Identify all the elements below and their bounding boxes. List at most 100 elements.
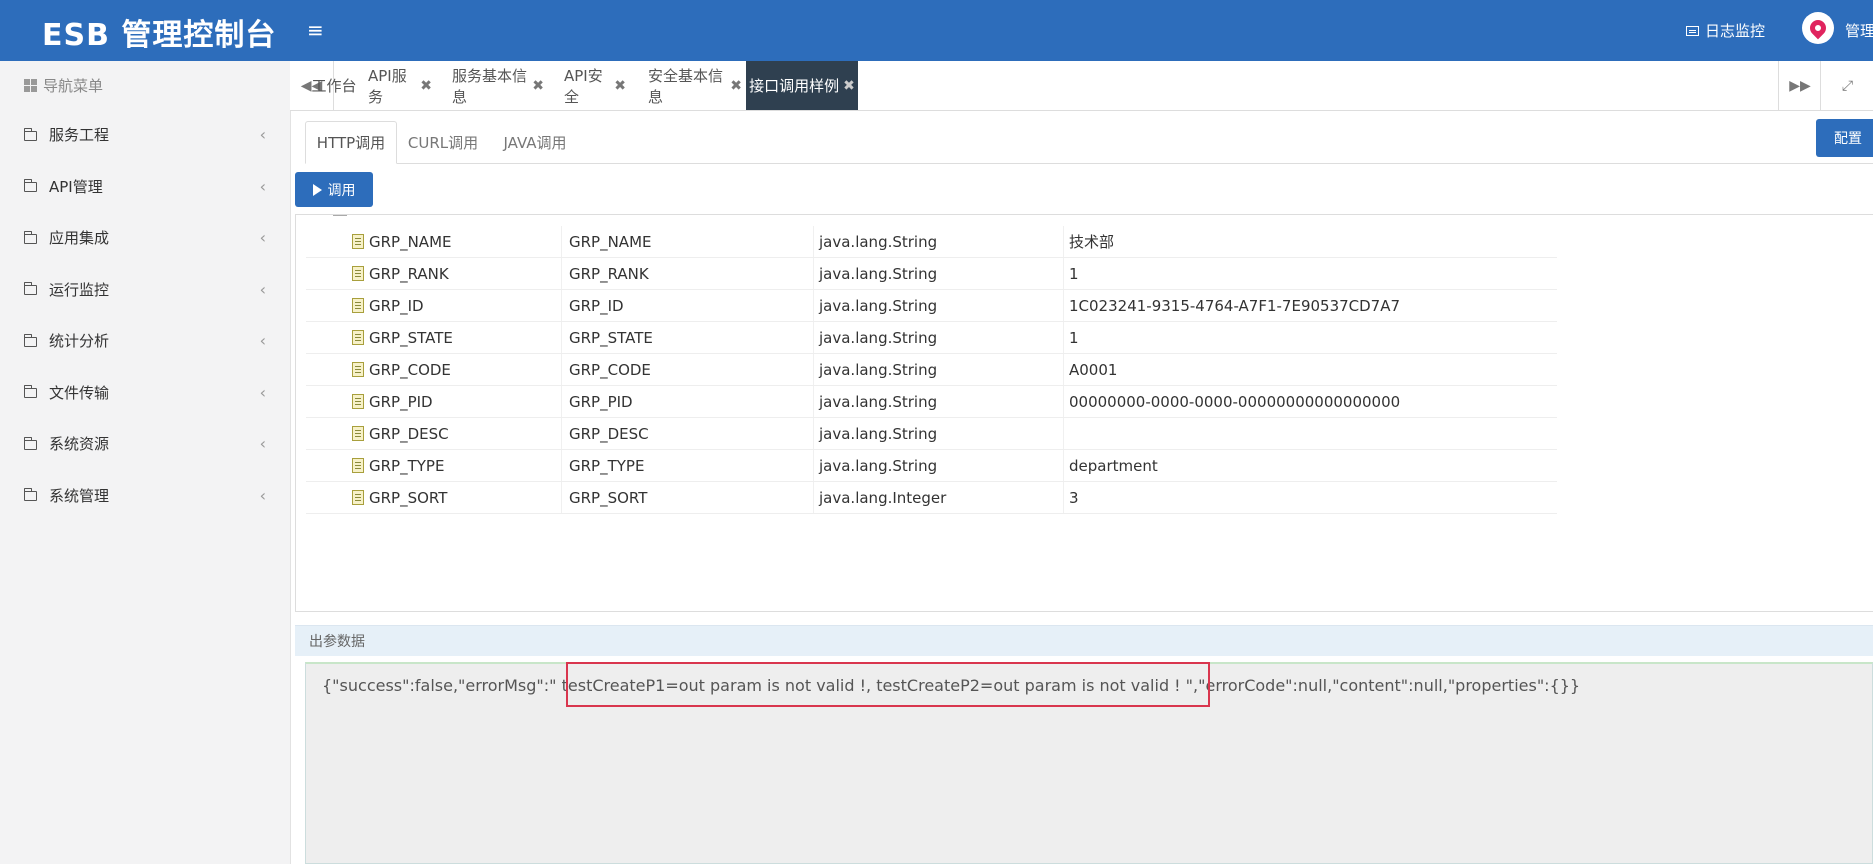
sidebar-item-label: API管理	[49, 177, 103, 196]
chevron-left-icon: ‹	[259, 176, 266, 196]
menu-toggle-icon[interactable]: ≡	[307, 18, 324, 42]
tab-label: 接口调用样例	[749, 77, 840, 95]
tab-0[interactable]: 工作台	[298, 61, 370, 110]
sidebar-item-label: 系统管理	[49, 486, 110, 505]
tab-1[interactable]: API服务 ✖	[368, 61, 432, 110]
sidebar-item[interactable]: API管理 ‹	[0, 161, 290, 213]
sidebar-item[interactable]: 系统管理 ‹	[0, 470, 290, 522]
call-button[interactable]: 调用	[295, 172, 373, 207]
folder-icon	[23, 488, 37, 502]
table-row[interactable]: GRP_TYPE GRP_TYPE java.lang.String departme…	[306, 450, 1557, 482]
close-icon[interactable]: ✖	[532, 78, 544, 94]
param-value: 1C023241-9315-4764-A7F1-7E90537CD7A7	[1063, 290, 1557, 321]
folder-icon	[23, 127, 37, 141]
param-field: GRP_SORT	[561, 482, 813, 513]
user-name[interactable]: 管理	[1845, 20, 1873, 41]
table-row[interactable]: GRP_DESC GRP_DESC java.lang.String	[306, 418, 1557, 450]
param-table-panel: GRP_NAME GRP_NAME java.lang.String 技术部 GRP_R…	[295, 214, 1873, 612]
tab-3[interactable]: API安全 ✖	[564, 61, 626, 110]
chevron-left-icon: ‹	[259, 434, 266, 454]
table-row[interactable]: GRP_PID GRP_PID java.lang.String 00000000-0…	[306, 386, 1557, 418]
sidebar-item[interactable]: 统计分析 ‹	[0, 315, 290, 367]
tab-5[interactable]: 接口调用样例 ✖	[746, 61, 858, 110]
sidebar-item[interactable]: 文件传输 ‹	[0, 367, 290, 419]
param-type: java.lang.String	[813, 226, 1063, 257]
param-name: GRP_PID	[369, 392, 433, 411]
table-row[interactable]: GRP_STATE GRP_STATE java.lang.String 1	[306, 322, 1557, 354]
close-icon[interactable]: ✖	[843, 78, 855, 94]
table-row[interactable]: GRP_SORT GRP_SORT java.lang.Integer 3	[306, 482, 1557, 514]
fullscreen-icon[interactable]: ⤢	[1820, 61, 1873, 110]
table-row[interactable]: GRP_RANK GRP_RANK java.lang.String 1	[306, 258, 1557, 290]
param-name: GRP_TYPE	[369, 456, 445, 475]
param-value: 技术部	[1063, 226, 1557, 257]
subtab-1[interactable]: CURL调用	[397, 121, 489, 164]
param-type: java.lang.String	[813, 450, 1063, 481]
location-pin-icon	[1806, 16, 1830, 40]
param-field: GRP_RANK	[561, 258, 813, 289]
param-field: GRP_TYPE	[561, 450, 813, 481]
log-monitor-link[interactable]: 日志监控	[1686, 20, 1765, 41]
param-field: GRP_ID	[561, 290, 813, 321]
sidebar-item-label: 服务工程	[49, 126, 110, 145]
tab-scroll-right-button[interactable]: ▶▶	[1778, 61, 1821, 110]
tab-label: API安全	[564, 66, 603, 106]
tab-4[interactable]: 安全基本信息 ✖	[648, 61, 742, 110]
tab-bar: ◀◀ 工作台 API服务 ✖ 服务基本信息 ✖ API安全 ✖ 安全基本信息 ✖ 接口调用样例 ✖ …	[290, 61, 1873, 111]
param-value: 1	[1063, 258, 1557, 289]
param-field: GRP_STATE	[561, 322, 813, 353]
sidebar-item-label: 应用集成	[49, 229, 110, 248]
call-type-tabs: HTTP调用 CURL调用 JAVA调用	[305, 118, 1873, 164]
tab-label: 安全基本信息	[648, 66, 724, 106]
subtab-0[interactable]: HTTP调用	[305, 121, 397, 164]
param-field: GRP_DESC	[561, 418, 813, 449]
sidebar-item-label: 统计分析	[49, 332, 110, 351]
chevron-left-icon: ‹	[259, 485, 266, 505]
subtab-2[interactable]: JAVA调用	[489, 121, 581, 164]
param-type: java.lang.String	[813, 386, 1063, 417]
close-icon[interactable]: ✖	[730, 78, 742, 94]
user-avatar[interactable]	[1802, 12, 1834, 44]
param-value	[1063, 418, 1557, 449]
param-table: GRP_NAME GRP_NAME java.lang.String 技术部 GRP_R…	[306, 226, 1557, 514]
sidebar-item[interactable]: 应用集成 ‹	[0, 212, 290, 264]
param-field: GRP_PID	[561, 386, 813, 417]
table-row[interactable]: GRP_ID GRP_ID java.lang.String 1C023241-931…	[306, 290, 1557, 322]
table-row[interactable]: GRP_NAME GRP_NAME java.lang.String 技术部	[306, 226, 1557, 258]
folder-icon	[23, 385, 37, 399]
grid-icon	[24, 78, 37, 92]
chevron-left-icon: ‹	[259, 331, 266, 351]
param-value: department	[1063, 450, 1557, 481]
param-field: GRP_NAME	[561, 226, 813, 257]
param-name: GRP_RANK	[369, 264, 449, 283]
chevron-left-icon: ‹	[259, 279, 266, 299]
subtab-label: JAVA调用	[503, 134, 567, 152]
config-button[interactable]: 配置	[1816, 119, 1873, 157]
sidebar-item-label: 运行监控	[49, 280, 110, 299]
sidebar-item[interactable]: 系统资源 ‹	[0, 418, 290, 470]
monitor-icon	[1686, 25, 1699, 36]
param-type: java.lang.Integer	[813, 482, 1063, 513]
tab-2[interactable]: 服务基本信息 ✖	[452, 61, 544, 110]
sidebar-item[interactable]: 服务工程 ‹	[0, 109, 290, 161]
table-row[interactable]: GRP_CODE GRP_CODE java.lang.String A0001	[306, 354, 1557, 386]
folder-icon	[23, 282, 37, 296]
log-monitor-label: 日志监控	[1705, 22, 1766, 40]
tab-label: API服务	[368, 66, 407, 106]
sidebar-header: 导航菜单	[0, 61, 290, 109]
param-type: java.lang.String	[813, 418, 1063, 449]
close-icon[interactable]: ✖	[614, 78, 626, 94]
param-type: java.lang.String	[813, 258, 1063, 289]
sidebar-item-label: 系统资源	[49, 435, 110, 454]
param-name: GRP_STATE	[369, 328, 453, 347]
close-icon[interactable]: ✖	[420, 78, 432, 94]
play-icon	[312, 183, 322, 196]
top-header: ESB 管理控制台 ≡ 日志监控 管理	[0, 0, 1873, 61]
param-value: 1	[1063, 322, 1557, 353]
sidebar-title: 导航菜单	[43, 76, 104, 95]
param-type: java.lang.String	[813, 354, 1063, 385]
chevron-left-icon: ‹	[259, 228, 266, 248]
chevron-left-icon: ‹	[259, 125, 266, 145]
sidebar-item[interactable]: 运行监控 ‹	[0, 264, 290, 316]
subtab-label: HTTP调用	[316, 134, 386, 152]
